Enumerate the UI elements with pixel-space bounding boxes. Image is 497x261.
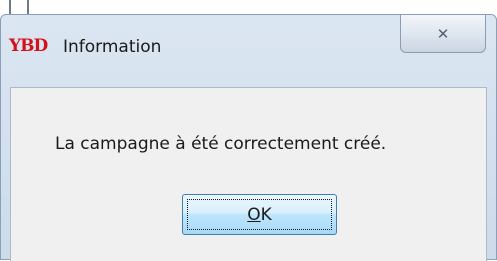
message-text: La campagne à été correctement créé. (55, 134, 387, 154)
ok-button-label: OK (247, 205, 272, 225)
close-button[interactable]: ✕ (400, 15, 486, 53)
ok-button[interactable]: OK (182, 194, 337, 235)
ok-label-rest: K (260, 204, 272, 225)
information-dialog: YBD Information ✕ La campagne à été corr… (0, 14, 497, 261)
title-bar[interactable]: YBD Information ✕ (1, 15, 496, 63)
dialog-content: La campagne à été correctement créé. OK (10, 87, 487, 261)
ok-mnemonic: O (247, 204, 261, 225)
dialog-title: Information (63, 37, 162, 57)
app-logo-icon: YBD (9, 36, 48, 56)
close-icon: ✕ (436, 24, 450, 43)
